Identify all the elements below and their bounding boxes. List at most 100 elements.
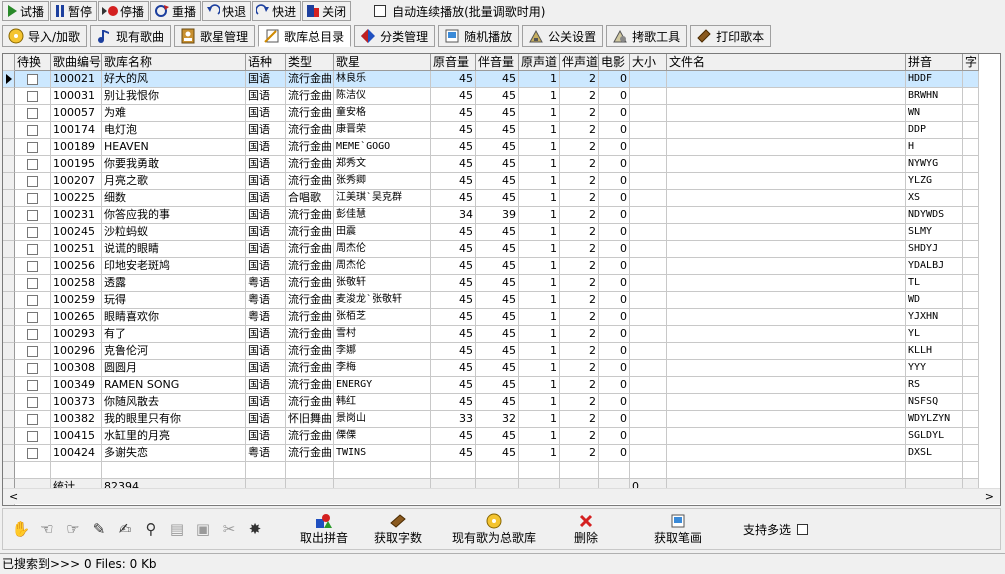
cell-col-type[interactable]: 流行金曲: [286, 377, 334, 394]
cell-col-song-name[interactable]: 眼睛喜欢你: [102, 309, 246, 326]
cell-pinyin[interactable]: DXSL: [906, 445, 963, 462]
tab-print-songbook[interactable]: 打印歌本: [690, 25, 772, 47]
extract-pinyin-button[interactable]: 取出拼音: [287, 509, 361, 549]
cell-col-movie[interactable]: 0: [599, 71, 630, 88]
swap-checkbox[interactable]: [27, 379, 38, 391]
hand-icon[interactable]: ✋: [9, 517, 33, 541]
cell-col-song-name[interactable]: 你随风散去: [102, 394, 246, 411]
cell-pinyin[interactable]: HDDF: [906, 71, 963, 88]
cell-col-movie[interactable]: 0: [599, 309, 630, 326]
cell-pinyin[interactable]: TL: [906, 275, 963, 292]
delete-button[interactable]: 删除: [553, 509, 619, 549]
cell-col-song-id[interactable]: 100195: [51, 156, 102, 173]
cell-col-orig-channel[interactable]: 1: [519, 326, 560, 343]
cell-col-singer[interactable]: 李娜: [334, 343, 431, 360]
close-button[interactable]: 关闭: [302, 1, 352, 21]
cell-col-accomp-channel[interactable]: 2: [560, 377, 599, 394]
cell-col-accomp-channel[interactable]: 2: [560, 122, 599, 139]
cell-col-singer[interactable]: 童安格: [334, 105, 431, 122]
cell-col-song-id[interactable]: 100021: [51, 71, 102, 88]
cell-col-accomp-channel[interactable]: 2: [560, 88, 599, 105]
cell-col-orig-channel[interactable]: 1: [519, 411, 560, 428]
cell-col-singer[interactable]: 韩红: [334, 394, 431, 411]
cell-col-singer[interactable]: MEME`GOGO: [334, 139, 431, 156]
cell-col-type[interactable]: 流行金曲: [286, 258, 334, 275]
cell-col-accomp-volume[interactable]: 45: [476, 360, 519, 377]
cell-col-accomp-volume[interactable]: 45: [476, 326, 519, 343]
cell-col-movie[interactable]: 0: [599, 207, 630, 224]
swap-checkbox[interactable]: [27, 141, 38, 153]
cell-pinyin[interactable]: SLMY: [906, 224, 963, 241]
cell-col-song-id[interactable]: 100207: [51, 173, 102, 190]
cell-col-type[interactable]: 流行金曲: [286, 394, 334, 411]
cell-col-song-name[interactable]: HEAVEN: [102, 139, 246, 156]
cell-col-orig-channel[interactable]: 1: [519, 139, 560, 156]
cell-col-accomp-volume[interactable]: 45: [476, 292, 519, 309]
cell-col-movie[interactable]: 0: [599, 445, 630, 462]
cell-col-song-name[interactable]: 水缸里的月亮: [102, 428, 246, 445]
cell-col-type[interactable]: 流行金曲: [286, 428, 334, 445]
cell-col-language[interactable]: 粤语: [246, 309, 286, 326]
cell-col-song-name[interactable]: 印地安老斑鸠: [102, 258, 246, 275]
multi-select-checkbox[interactable]: [797, 523, 809, 535]
cell-col-language[interactable]: 国语: [246, 241, 286, 258]
swap-checkbox[interactable]: [27, 447, 38, 459]
cell-col-language[interactable]: 国语: [246, 326, 286, 343]
cell-col-orig-volume[interactable]: 45: [431, 173, 476, 190]
horizontal-scrollbar[interactable]: < >: [3, 488, 1000, 504]
cell-col-song-id[interactable]: 100296: [51, 343, 102, 360]
cell-col-singer[interactable]: 周杰伦: [334, 241, 431, 258]
cell-col-orig-channel[interactable]: 1: [519, 241, 560, 258]
cell-col-song-name[interactable]: 为难: [102, 105, 246, 122]
trial-play-button[interactable]: 试播: [2, 1, 50, 21]
swap-checkbox[interactable]: [27, 73, 38, 85]
cell-col-singer[interactable]: 周杰伦: [334, 258, 431, 275]
cell-col-orig-volume[interactable]: 45: [431, 343, 476, 360]
cell-col-type[interactable]: 流行金曲: [286, 88, 334, 105]
cell-col-orig-volume[interactable]: 45: [431, 428, 476, 445]
cell-col-language[interactable]: 粤语: [246, 275, 286, 292]
cell-col-accomp-channel[interactable]: 2: [560, 292, 599, 309]
replay-button[interactable]: 重播: [150, 1, 202, 21]
cell-col-singer[interactable]: 林良乐: [334, 71, 431, 88]
swap-checkbox[interactable]: [27, 107, 38, 119]
cell-col-language[interactable]: 粤语: [246, 445, 286, 462]
cell-col-language[interactable]: 国语: [246, 156, 286, 173]
cell-col-accomp-channel[interactable]: 2: [560, 394, 599, 411]
cell-pinyin[interactable]: SGLDYL: [906, 428, 963, 445]
swap-checkbox[interactable]: [27, 124, 38, 136]
header-col-type[interactable]: 类型: [286, 54, 334, 71]
cell-col-movie[interactable]: 0: [599, 326, 630, 343]
header-col-accomp-channel[interactable]: 伴声道: [560, 54, 599, 71]
cell-col-orig-channel[interactable]: 1: [519, 122, 560, 139]
rewind-button[interactable]: 快退: [202, 1, 252, 21]
swap-checkbox[interactable]: [27, 294, 38, 306]
cell-col-orig-volume[interactable]: 45: [431, 445, 476, 462]
cell-col-accomp-volume[interactable]: 45: [476, 343, 519, 360]
document-edit-icon[interactable]: ✍: [113, 517, 137, 541]
cell-col-orig-channel[interactable]: 1: [519, 445, 560, 462]
header-col-song-name[interactable]: 歌库名称: [102, 54, 246, 71]
cell-col-type[interactable]: 流行金曲: [286, 309, 334, 326]
cell-col-orig-channel[interactable]: 1: [519, 173, 560, 190]
cell-col-accomp-channel[interactable]: 2: [560, 190, 599, 207]
cell-col-movie[interactable]: 0: [599, 122, 630, 139]
cell-col-song-id[interactable]: 100031: [51, 88, 102, 105]
cell-col-language[interactable]: 国语: [246, 428, 286, 445]
cell-col-orig-volume[interactable]: 45: [431, 105, 476, 122]
swap-checkbox[interactable]: [27, 362, 38, 374]
header-col-char[interactable]: 字: [963, 54, 979, 71]
header-col-accomp-volume[interactable]: 伴音量: [476, 54, 519, 71]
cell-col-language[interactable]: 国语: [246, 173, 286, 190]
cell-col-song-id[interactable]: 100373: [51, 394, 102, 411]
cell-pinyin[interactable]: BRWHN: [906, 88, 963, 105]
cell-col-orig-volume[interactable]: 45: [431, 292, 476, 309]
autoplay-checkbox[interactable]: [374, 5, 387, 17]
cell-col-orig-channel[interactable]: 1: [519, 394, 560, 411]
cell-col-accomp-channel[interactable]: 2: [560, 258, 599, 275]
cell-col-song-name[interactable]: 克鲁伦河: [102, 343, 246, 360]
cell-col-accomp-volume[interactable]: 45: [476, 428, 519, 445]
cell-col-accomp-channel[interactable]: 2: [560, 241, 599, 258]
swap-checkbox[interactable]: [27, 430, 38, 442]
cell-col-accomp-channel[interactable]: 2: [560, 445, 599, 462]
